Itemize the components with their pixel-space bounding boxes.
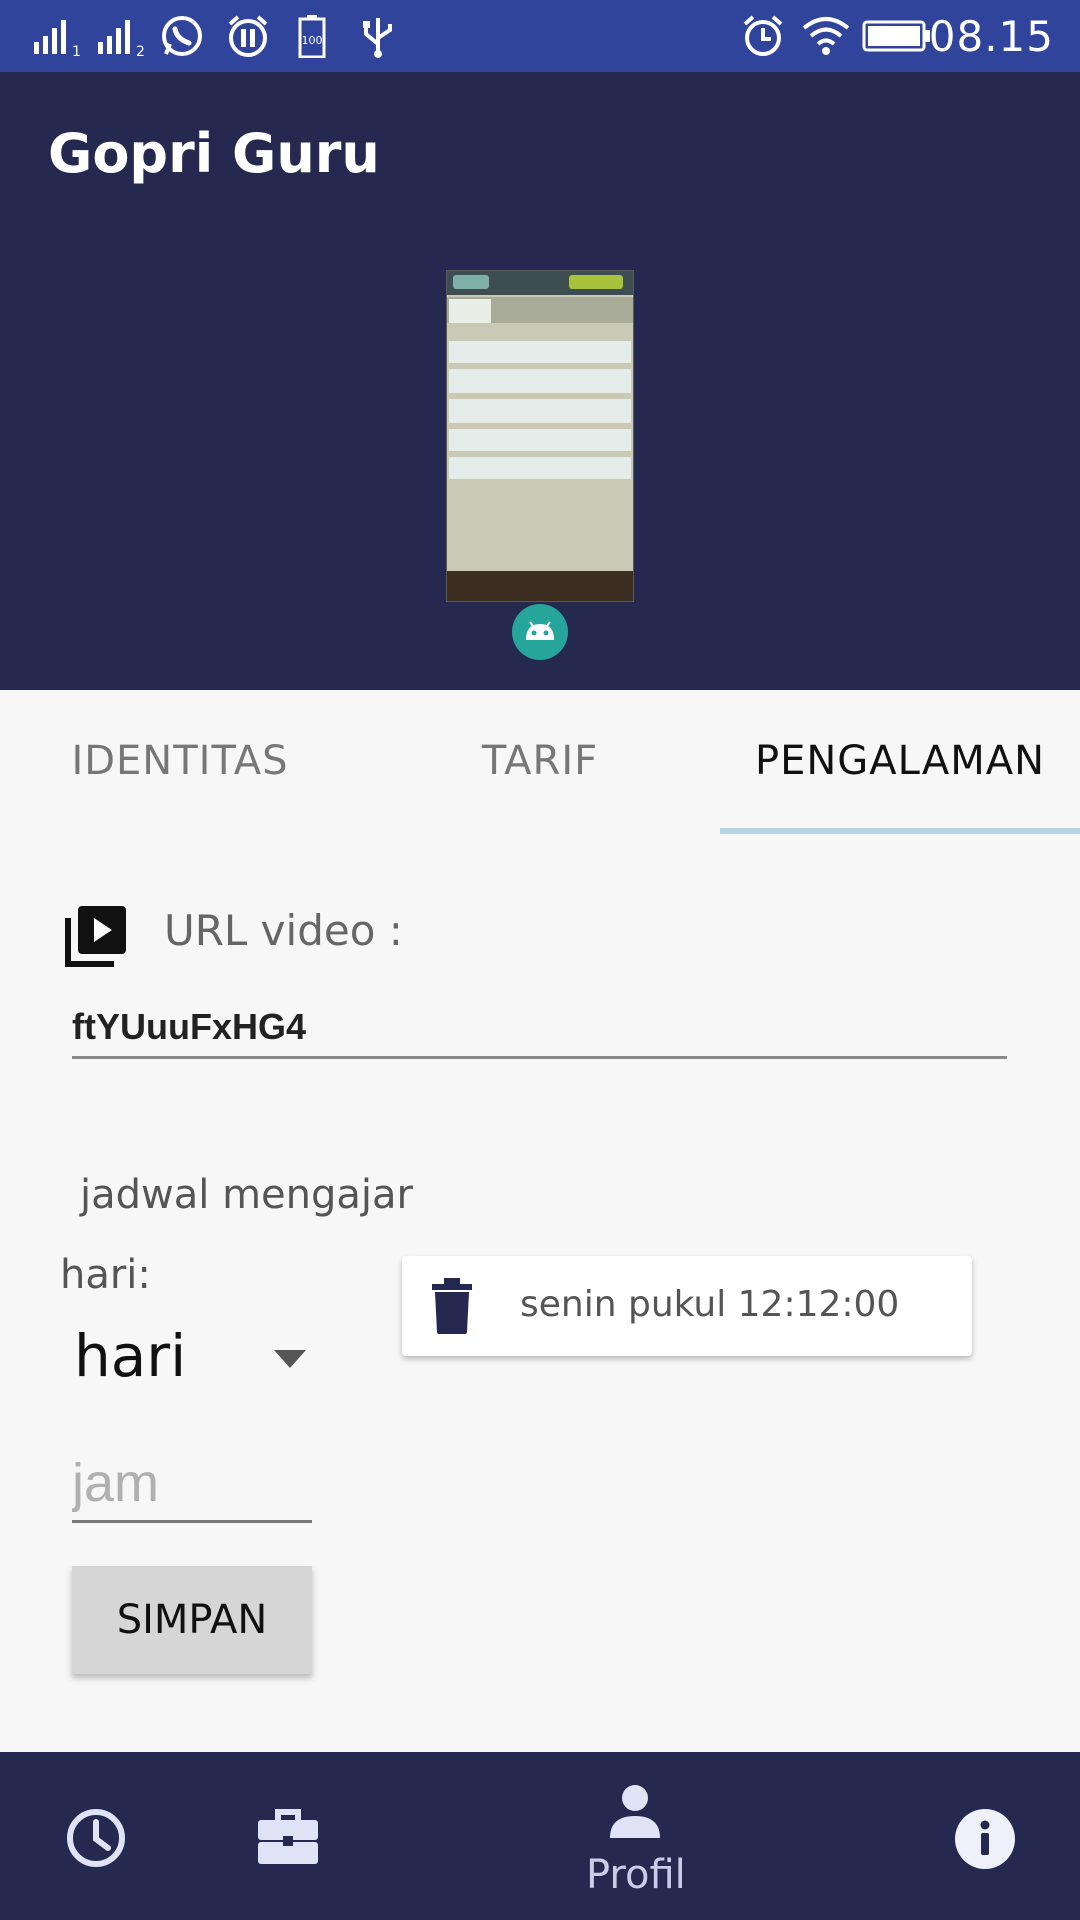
tab-identitas[interactable]: IDENTITAS [0, 690, 360, 832]
day-dropdown-value: hari [74, 1322, 187, 1390]
day-label: hari: [60, 1252, 151, 1298]
video-url-label: URL video : [164, 906, 403, 955]
svg-text:100: 100 [302, 34, 323, 47]
alarm-icon [743, 15, 783, 56]
day-dropdown[interactable]: hari [74, 1322, 314, 1394]
clock-icon [67, 1809, 125, 1867]
wifi-icon [802, 17, 850, 55]
nav-profil-label: Profil [586, 1852, 686, 1898]
video-url-input[interactable] [72, 998, 1007, 1059]
trash-icon[interactable] [430, 1278, 474, 1334]
nav-history[interactable] [0, 1752, 190, 1920]
svg-text:2: 2 [136, 44, 145, 58]
battery-icon: 100 [298, 15, 326, 58]
signal-2-icon: 2 [98, 20, 145, 58]
video-library-icon [65, 906, 126, 967]
tab-bar: IDENTITAS TARIF PENGALAMAN [0, 690, 1080, 834]
signal-1-icon: 1 [34, 20, 81, 58]
schedule-entry-card: senin pukul 12:12:00 [402, 1256, 972, 1356]
battery-full-icon [862, 20, 930, 52]
chevron-down-icon [274, 1350, 306, 1368]
tab-pengalaman[interactable]: PENGALAMAN [720, 690, 1080, 832]
svg-text:1: 1 [72, 44, 81, 58]
tab-indicator [720, 828, 1080, 834]
whatsapp-icon [162, 16, 202, 56]
save-button[interactable]: SIMPAN [72, 1566, 312, 1674]
android-icon[interactable] [512, 604, 568, 660]
app-bar: Gopri Guru [0, 72, 1080, 242]
schedule-entry-text: senin pukul 12:12:00 [520, 1284, 900, 1325]
status-bar: 1 2 100 08.15 [0, 0, 1080, 72]
bottom-navigation: Profil [0, 1752, 1080, 1920]
tab-tarif[interactable]: TARIF [360, 690, 720, 832]
alarm-paused-icon [228, 15, 268, 57]
info-icon [955, 1809, 1015, 1869]
status-time: 08.15 [928, 12, 1054, 61]
usb-icon [363, 18, 392, 58]
nav-portfolio[interactable] [190, 1752, 390, 1920]
screenshot-thumbnail[interactable] [446, 270, 634, 602]
schedule-section-label: jadwal mengajar [80, 1172, 413, 1218]
profile-header [0, 242, 1080, 690]
app-title: Gopri Guru [48, 122, 380, 185]
briefcase-icon [258, 1809, 318, 1864]
person-icon [610, 1785, 660, 1838]
nav-info[interactable] [890, 1752, 1080, 1920]
hour-input[interactable] [72, 1446, 312, 1523]
